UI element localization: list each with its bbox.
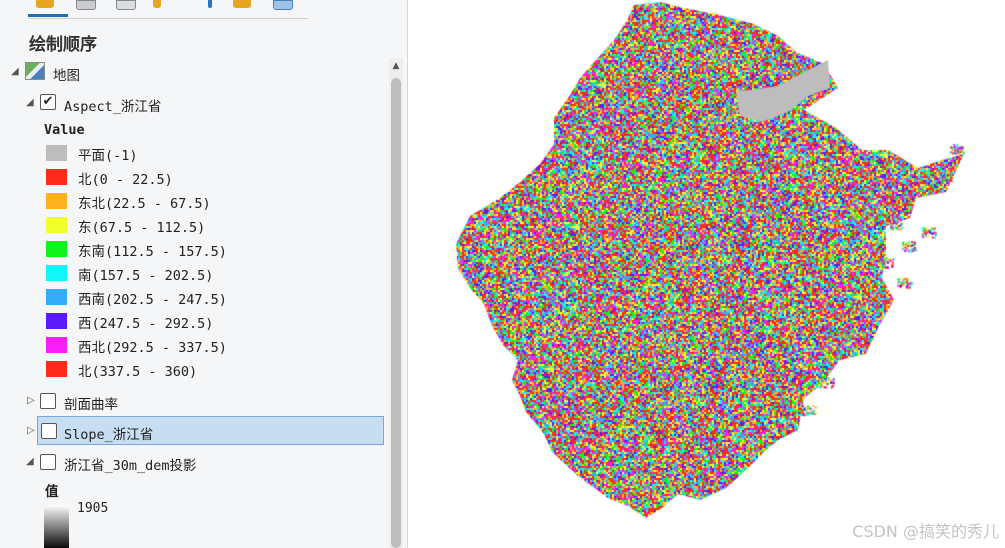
legend-label: 西南(202.5 - 247.5) [78,292,227,308]
collapse-map-icon[interactable]: ◢ [11,67,21,77]
legend-swatch[interactable] [46,361,67,377]
arcgis-pro-window: 绘制顺序 ◢ 地图 ◢ ✔ Aspect_浙江省 Value 平面(-1) 北(0… [0,0,1005,548]
list-by-source-icon[interactable] [76,0,96,10]
list-by-drawing-order-icon[interactable] [36,0,54,8]
map-label: 地图 [53,68,80,84]
legend-label: 东北(22.5 - 67.5) [78,196,211,212]
legend-swatch[interactable] [46,193,67,209]
legend-label: 北(0 - 22.5) [78,172,173,188]
legend-swatch[interactable] [46,169,67,185]
aspect-layer-name: Aspect_浙江省 [64,99,162,115]
aspect-layer-checkbox[interactable]: ✔ [40,94,56,110]
scrollbar-thumb[interactable] [391,78,401,548]
legend-label: 南(157.5 - 202.5) [78,268,214,284]
legend-label: 平面(-1) [78,148,138,164]
watermark: CSDN @搞笑的秀儿 [852,522,999,541]
legend-swatch[interactable] [46,241,67,257]
legend-label: 东南(112.5 - 157.5) [78,244,227,260]
list-by-editing-icon[interactable] [153,0,161,8]
contents-toolbar [28,0,308,19]
legend-swatch[interactable] [46,217,67,233]
pane-title: 绘制顺序 [29,35,97,55]
expand-slope-layer-icon[interactable]: ▷ [27,426,37,436]
dem-max-value: 1905 [77,501,109,516]
legend-label: 北(337.5 - 360) [78,364,198,380]
map-view[interactable]: CSDN @搞笑的秀儿 [416,0,1005,548]
list-by-labeling-icon[interactable] [233,0,251,8]
dem-legend-heading: 值 [45,484,59,500]
list-by-selection-icon[interactable] [116,0,136,10]
legend-label: 东(67.5 - 112.5) [78,220,206,236]
dem-layer-name: 浙江省_30m_dem投影 [64,458,197,474]
vertical-scrollbar[interactable]: ▲ [389,58,403,548]
list-by-snapping-icon[interactable] [208,0,212,8]
collapse-aspect-layer-icon[interactable]: ◢ [26,98,36,108]
list-by-perspective-imagery-icon[interactable] [273,0,293,10]
map-icon [25,62,45,80]
legend-swatch[interactable] [46,337,67,353]
expand-profile-curvature-icon[interactable]: ▷ [27,396,37,406]
legend-swatch[interactable] [46,289,67,305]
profile-curvature-name: 剖面曲率 [64,397,118,413]
slope-layer-name: Slope_浙江省 [64,427,154,443]
legend-swatch[interactable] [46,265,67,281]
legend-swatch[interactable] [46,313,67,329]
collapse-dem-layer-icon[interactable]: ◢ [26,457,36,467]
legend-label: 西(247.5 - 292.5) [78,316,214,332]
legend-swatch[interactable] [46,145,67,161]
legend-label: 西北(292.5 - 337.5) [78,340,227,356]
dem-layer-checkbox[interactable] [40,454,56,470]
slope-layer-checkbox[interactable] [41,423,57,439]
aspect-raster [416,0,1005,548]
contents-pane: 绘制顺序 ◢ 地图 ◢ ✔ Aspect_浙江省 Value 平面(-1) 北(0… [0,0,408,548]
legend-heading: Value [44,122,85,138]
dem-color-ramp [44,505,69,548]
scroll-up-arrow-icon[interactable]: ▲ [389,58,403,74]
active-tool-indicator [28,14,68,17]
profile-curvature-checkbox[interactable] [40,393,56,409]
